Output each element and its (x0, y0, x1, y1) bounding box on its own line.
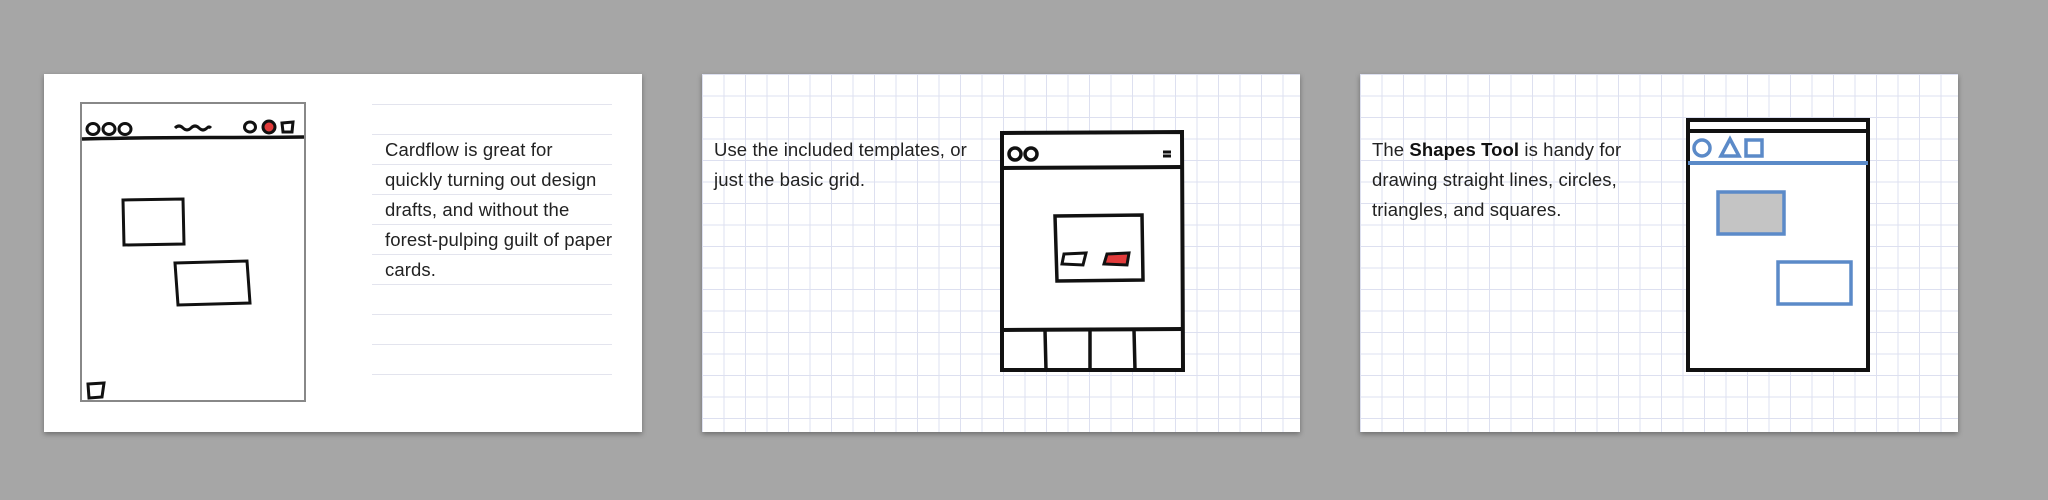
phone-sketch-illustration (80, 102, 306, 402)
template-sketch-illustration (1000, 129, 1186, 372)
card-description: Cardflow is great for quickly turning ou… (385, 139, 613, 280)
shapes-tool-label: Shapes Tool (1409, 139, 1520, 160)
screenshot-canvas: { "cards": [ { "text": "Cardflow is grea… (0, 0, 2048, 500)
feature-card-shapes-tool: The Shapes Tool is handy for drawing str… (1360, 74, 1958, 432)
card-description: The Shapes Tool is handy for drawing str… (1372, 135, 1642, 225)
shapes-sketch-illustration (1686, 118, 1870, 372)
card-description: Use the included templates, or just the … (714, 139, 967, 190)
text-prefix: The (1372, 139, 1410, 160)
feature-card-cardflow: Cardflow is great for quickly turning ou… (44, 74, 642, 432)
feature-card-templates: Use the included templates, or just the … (702, 74, 1300, 432)
